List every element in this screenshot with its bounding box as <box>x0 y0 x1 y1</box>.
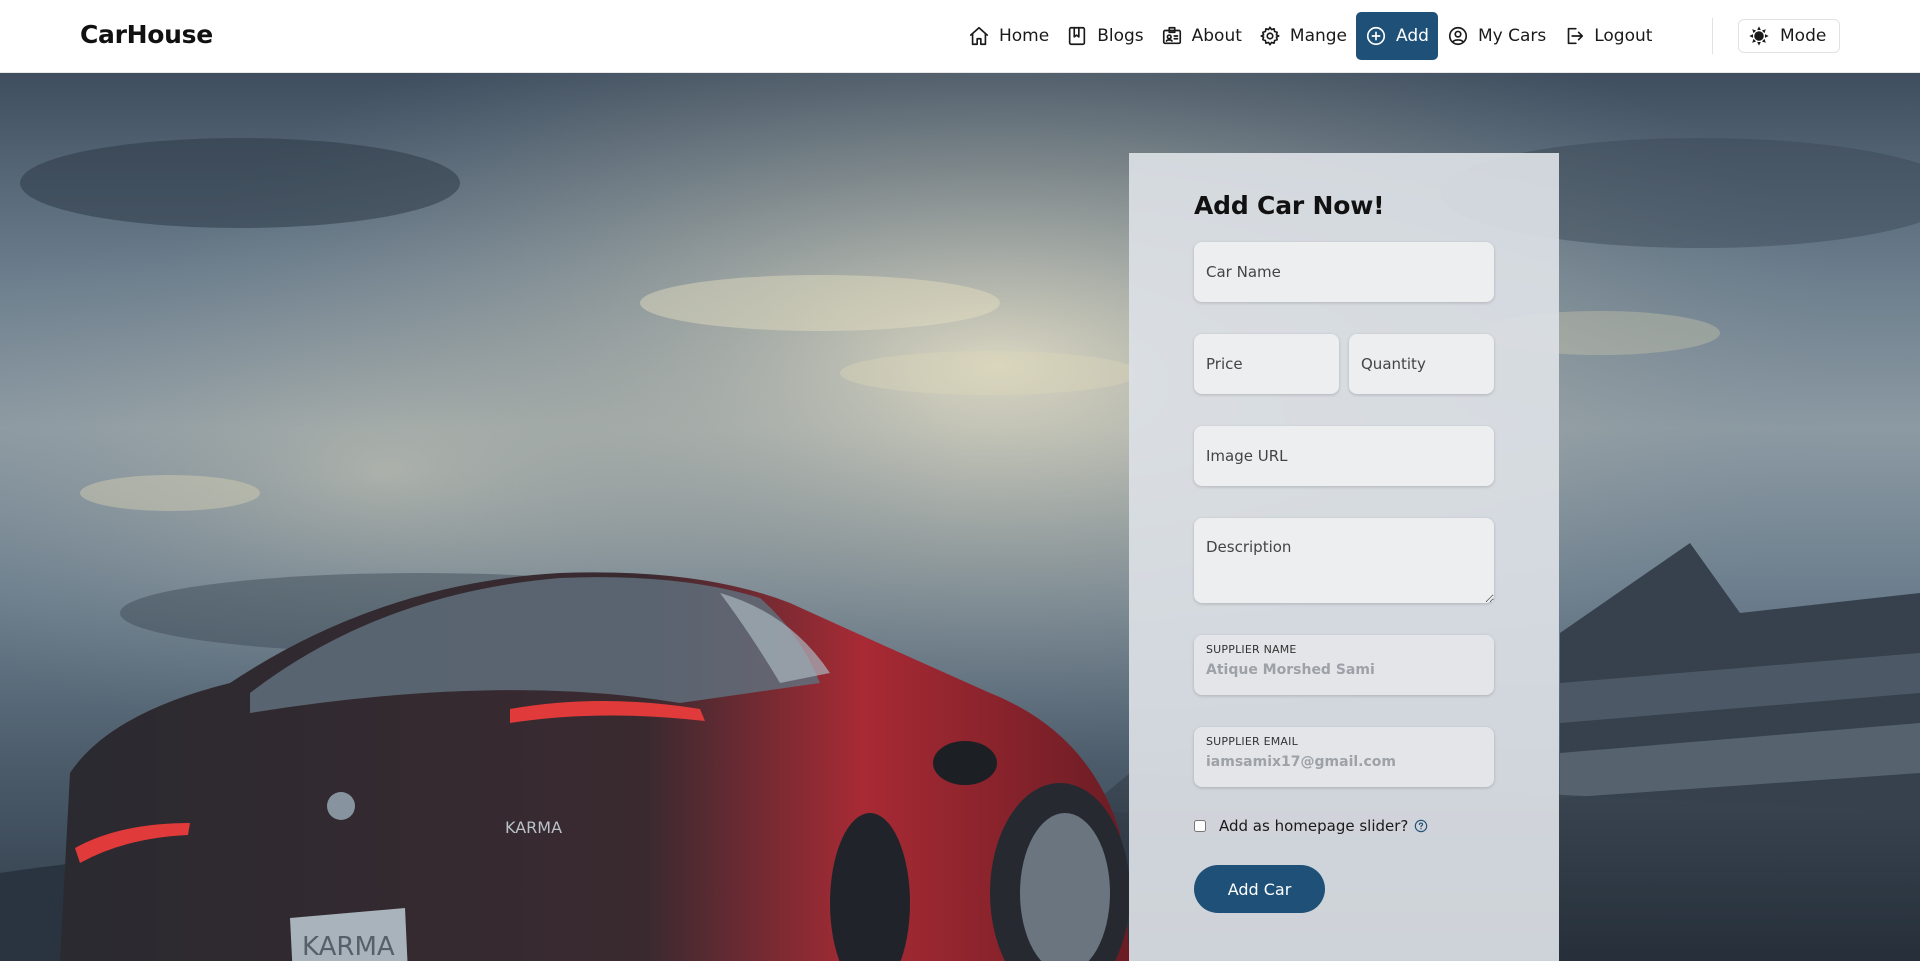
nav-item-mange[interactable]: Mange <box>1251 12 1355 60</box>
nav-item-logout[interactable]: Logout <box>1555 12 1660 60</box>
price-input[interactable] <box>1194 334 1339 394</box>
form-title: Add Car Now! <box>1194 191 1385 220</box>
slider-checkbox-row: Add as homepage slider? <box>1194 817 1494 835</box>
brand-logo[interactable]: CarHouse <box>80 20 213 49</box>
book-icon <box>1069 26 1086 46</box>
nav-item-label: Add <box>1396 26 1429 46</box>
hero-background: KARMA KARMA Add Car Now! SUPPLIER NAME A… <box>0 73 1920 961</box>
gear-icon <box>1260 26 1280 46</box>
add-car-form: Add Car Now! SUPPLIER NAME Atique Morshe… <box>1129 153 1559 961</box>
nav-links: Home Blogs About Mange Add My Cars Logou… <box>960 12 1661 60</box>
id-card-icon <box>1162 26 1181 45</box>
nav-item-about[interactable]: About <box>1153 12 1250 60</box>
supplier-name-label: SUPPLIER NAME <box>1206 643 1297 656</box>
help-icon[interactable] <box>1414 819 1428 833</box>
price-quantity-row <box>1194 334 1494 426</box>
nav-item-label: My Cars <box>1477 26 1547 46</box>
supplier-email-field[interactable]: SUPPLIER EMAIL iamsamix17@gmail.com <box>1194 727 1494 787</box>
hero-car-image: KARMA KARMA <box>0 73 1920 961</box>
nav-item-label: Home <box>999 26 1050 46</box>
home-icon <box>969 26 989 46</box>
navbar: CarHouse Home Blogs About Mange Add My C… <box>0 0 1920 73</box>
nav-item-label: Blogs <box>1097 26 1144 46</box>
license-plate-text: KARMA <box>302 932 395 961</box>
description-textarea[interactable] <box>1194 518 1494 603</box>
image-url-input[interactable] <box>1194 426 1494 486</box>
mode-label: Mode <box>1780 26 1827 46</box>
nav-item-add[interactable]: Add <box>1356 12 1438 60</box>
supplier-email-value: iamsamix17@gmail.com <box>1206 754 1396 770</box>
user-circle-icon <box>1448 26 1468 46</box>
nav-item-label: Mange <box>1289 26 1348 46</box>
homepage-slider-label: Add as homepage slider? <box>1219 817 1409 835</box>
homepage-slider-checkbox[interactable] <box>1194 820 1206 832</box>
supplier-email-label: SUPPLIER EMAIL <box>1206 735 1298 748</box>
nav-item-blogs[interactable]: Blogs <box>1058 12 1151 60</box>
quantity-input[interactable] <box>1349 334 1494 394</box>
nav-divider <box>1712 18 1713 54</box>
supplier-name-value: Atique Morshed Sami <box>1206 662 1375 678</box>
car-name-input[interactable] <box>1194 242 1494 302</box>
car-badge-text: KARMA <box>505 818 562 837</box>
nav-item-my-cars[interactable]: My Cars <box>1439 12 1554 60</box>
mode-toggle-button[interactable]: Mode <box>1738 19 1840 53</box>
nav-item-home[interactable]: Home <box>960 12 1057 60</box>
logout-icon <box>1567 27 1584 45</box>
add-car-button[interactable]: Add Car <box>1194 865 1325 913</box>
plus-circle-icon <box>1366 26 1386 46</box>
nav-item-label: Logout <box>1594 26 1653 46</box>
sun-icon <box>1749 26 1769 46</box>
supplier-name-field[interactable]: SUPPLIER NAME Atique Morshed Sami <box>1194 635 1494 695</box>
nav-item-label: About <box>1191 26 1242 46</box>
